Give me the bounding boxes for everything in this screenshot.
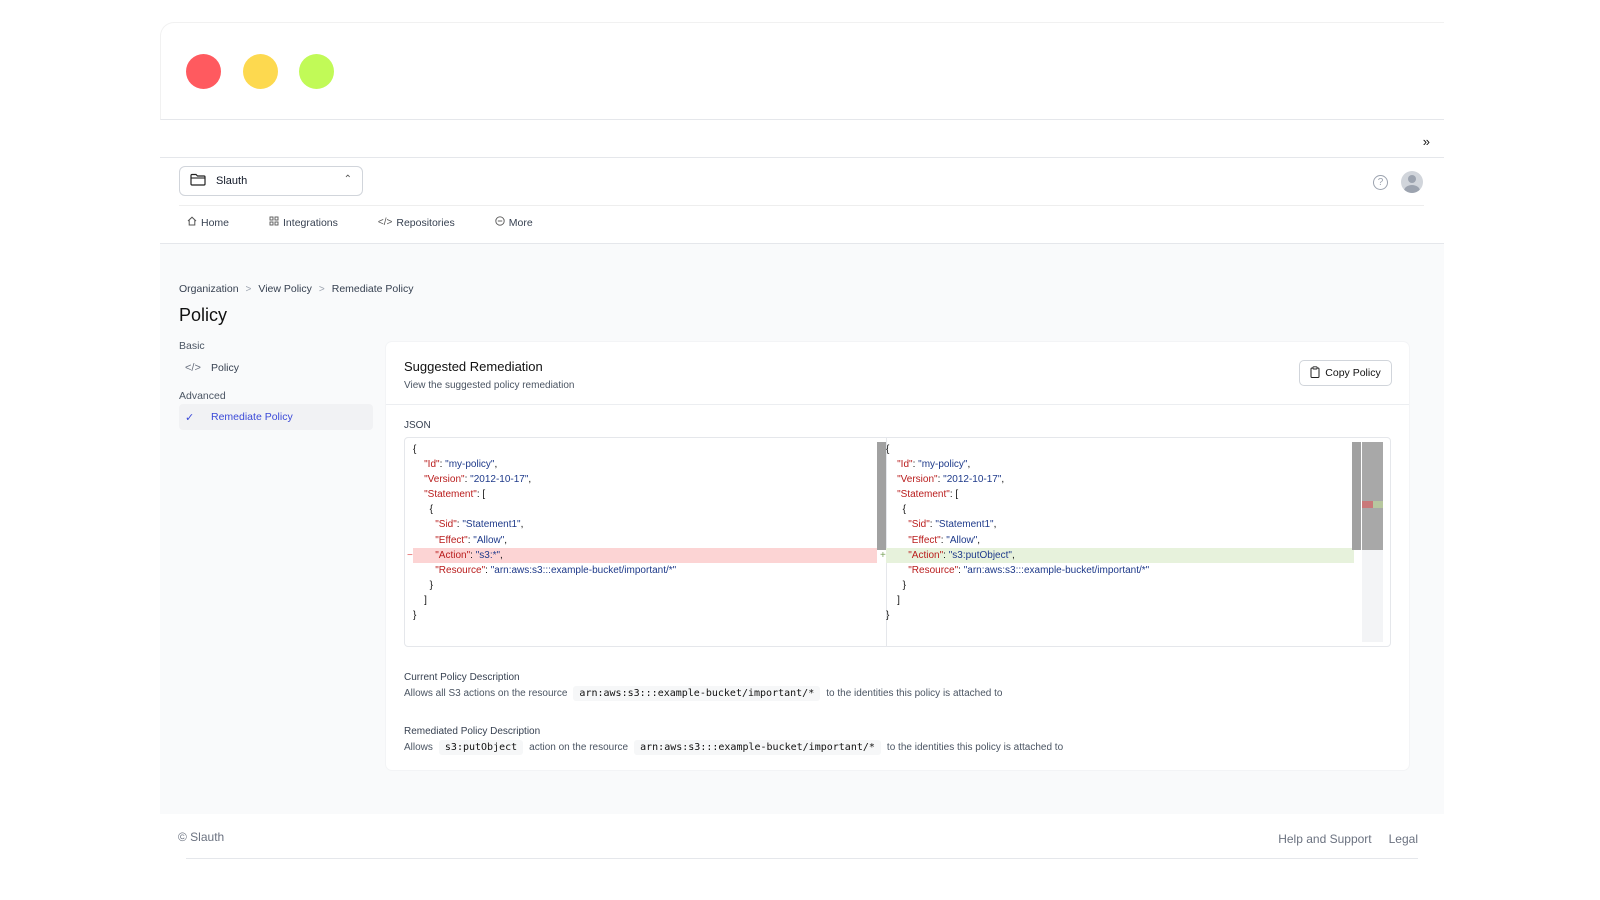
- check-icon: ✓: [185, 411, 195, 424]
- main-content: Organization > View Policy > Remediate P…: [160, 244, 1444, 814]
- breadcrumb-view-policy[interactable]: View Policy: [258, 283, 312, 295]
- remediated-description-text: Allows s3:putObject action on the resour…: [404, 740, 1064, 755]
- title-bar: [160, 22, 1444, 120]
- copy-policy-button[interactable]: Copy Policy: [1299, 360, 1392, 386]
- chevron-up-down-icon: ⌃: [343, 174, 352, 185]
- help-and-support-link[interactable]: Help and Support: [1278, 832, 1371, 846]
- footer-links: Help and Support Legal: [1278, 832, 1418, 846]
- remediation-card: Suggested Remediation View the suggested…: [386, 342, 1409, 770]
- code-icon: </>: [377, 217, 393, 228]
- current-description-text: Allows all S3 actions on the resource ar…: [404, 686, 1003, 701]
- resource-code: arn:aws:s3:::example-bucket/important/*: [634, 740, 881, 755]
- app-header: Slauth ⌃ ? Home Integrations </> Reposit…: [160, 158, 1444, 244]
- home-icon: [187, 216, 197, 229]
- nav-item-repositories[interactable]: </> Repositories: [378, 216, 455, 229]
- json-diff-editor[interactable]: { "Id": "my-policy", "Version": "2012-10…: [404, 437, 1391, 647]
- right-scrollbar[interactable]: [1352, 442, 1361, 550]
- remediated-description-title: Remediated Policy Description: [404, 726, 541, 737]
- code-icon: </>: [185, 362, 201, 374]
- json-label: JSON: [404, 420, 431, 431]
- added-line: + "Action": "s3:putObject",: [880, 547, 1354, 563]
- removed-line: − "Action": "s3:*",: [407, 547, 877, 563]
- page-title: Policy: [179, 305, 228, 325]
- minimize-window-button[interactable]: [243, 54, 278, 89]
- browser-toolbar: »: [160, 120, 1444, 158]
- card-header: Suggested Remediation View the suggested…: [386, 342, 1409, 405]
- header-divider: [179, 205, 1424, 206]
- chevron-right-icon: >: [318, 283, 325, 295]
- left-scrollbar[interactable]: [877, 442, 886, 550]
- original-policy-pane[interactable]: { "Id": "my-policy", "Version": "2012-10…: [407, 442, 877, 642]
- breadcrumb-organization[interactable]: Organization: [179, 283, 239, 295]
- current-description-title: Current Policy Description: [404, 672, 520, 683]
- close-window-button[interactable]: [186, 54, 221, 89]
- side-item-remediate-policy[interactable]: ✓ Remediate Policy: [179, 404, 373, 430]
- remediated-policy-pane[interactable]: { "Id": "my-policy", "Version": "2012-10…: [880, 442, 1354, 642]
- added-marker: +: [880, 549, 886, 561]
- clipboard-icon: [1310, 365, 1320, 381]
- side-group-advanced: Advanced: [179, 390, 226, 402]
- chevron-right-icon: >: [245, 283, 252, 295]
- side-group-basic: Basic: [179, 340, 205, 352]
- card-title: Suggested Remediation: [404, 359, 543, 374]
- avatar[interactable]: [1401, 171, 1423, 193]
- main-nav: Home Integrations </> Repositories More: [187, 216, 573, 229]
- breadcrumb-remediate-policy: Remediate Policy: [331, 283, 414, 295]
- side-nav: Basic </> Policy Advanced ✓ Remediate Po…: [179, 340, 373, 430]
- footer: © Slauth Help and Support Legal: [160, 814, 1444, 868]
- organization-select[interactable]: Slauth ⌃: [179, 166, 363, 196]
- maximize-window-button[interactable]: [299, 54, 334, 89]
- nav-item-home[interactable]: Home: [187, 216, 229, 229]
- copyright: © Slauth: [178, 830, 225, 844]
- more-icon: [495, 216, 505, 229]
- grid-icon: [269, 216, 279, 229]
- expand-icon[interactable]: »: [1423, 134, 1430, 149]
- action-code: s3:putObject: [438, 740, 524, 755]
- diff-overview-ruler[interactable]: [1362, 442, 1383, 642]
- organization-name: Slauth: [216, 175, 248, 187]
- removed-marker: −: [407, 549, 413, 561]
- resource-code: arn:aws:s3:::example-bucket/important/*: [573, 686, 821, 701]
- breadcrumb: Organization > View Policy > Remediate P…: [179, 283, 413, 295]
- footer-divider: [186, 858, 1418, 859]
- legal-link[interactable]: Legal: [1389, 832, 1418, 846]
- nav-item-integrations[interactable]: Integrations: [269, 216, 338, 229]
- side-item-policy[interactable]: </> Policy: [179, 355, 373, 381]
- app-window: » Slauth ⌃ ? Home Integrations </> Repos…: [160, 22, 1444, 868]
- help-icon[interactable]: ?: [1373, 175, 1388, 190]
- card-subtitle: View the suggested policy remediation: [404, 380, 575, 391]
- nav-item-more[interactable]: More: [495, 216, 533, 229]
- folder-icon: [190, 173, 206, 189]
